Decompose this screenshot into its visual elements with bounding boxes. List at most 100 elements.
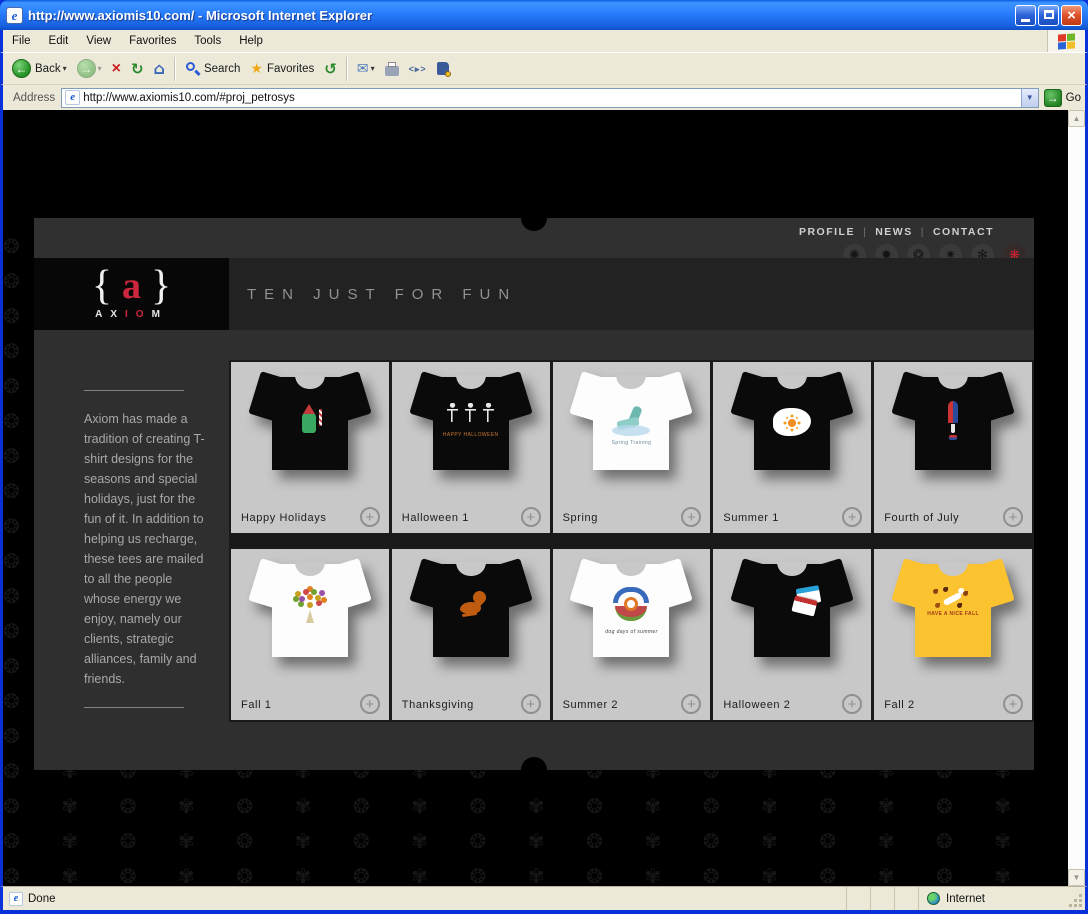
zoom-plus-icon[interactable]: + [681,507,701,527]
nav-link-profile[interactable]: PROFILE [797,226,857,238]
tshirt-tile[interactable]: Spring TrainingSpring+ [553,362,711,533]
zoom-plus-icon[interactable]: + [842,694,862,714]
zoom-plus-icon[interactable]: + [1003,694,1023,714]
history-button[interactable]: ↺ [319,58,342,80]
tshirt-tile[interactable]: Fall 1 + [231,549,389,720]
resize-grip[interactable] [1069,887,1085,910]
tshirt-tile[interactable]: Thanksgiving+ [392,549,550,720]
home-icon: ⌂ [154,61,165,77]
zoom-plus-icon[interactable]: + [842,507,862,527]
top-nav-strip: PROFILE|NEWS|CONTACT ✺✹❂✷✻❋ [34,218,1034,258]
status-pane [847,887,871,910]
menu-edit[interactable]: Edit [40,32,78,50]
search-button[interactable]: Search [180,58,245,79]
tshirt-graphic: Spring Training [570,374,692,482]
intro-text: Axiom has made a tradition of creating T… [84,409,209,689]
window-border [0,910,1088,914]
status-pane [895,887,919,910]
page-title: TEN JUST FOR FUN [229,258,1034,330]
tshirt-tile[interactable]: Halloween 2+ [713,549,871,720]
scroll-down-icon[interactable]: ▼ [1068,869,1085,886]
status-message: e Done [3,887,847,910]
design-turkey [439,585,503,645]
title-bar[interactable]: e http://www.axiomis10.com/ - Microsoft … [0,0,1088,30]
axiom-logo[interactable]: { a } AXIOM [34,258,229,330]
tile-label: Happy Holidays [241,512,326,524]
design-dogmelon: dog days of summer [599,585,663,645]
sidebar-intro: Axiom has made a tradition of creating T… [84,390,209,708]
menu-tools[interactable]: Tools [185,32,230,50]
research-button[interactable] [432,59,454,78]
go-button[interactable]: → Go [1044,89,1081,107]
forward-button[interactable]: → ▾ [72,56,107,81]
design-shape [319,409,323,426]
nav-link-news[interactable]: NEWS [873,226,915,238]
tshirt-tile[interactable]: HAPPY HALLOWEENHalloween 1+ [392,362,550,533]
security-zone: Internet [919,887,1069,910]
zoom-plus-icon[interactable]: + [360,507,380,527]
vertical-scrollbar[interactable]: ▲ ▼ [1068,110,1085,886]
tshirt-graphic: HAPPY HALLOWEEN [410,374,532,482]
zoom-plus-icon[interactable]: + [681,694,701,714]
zoom-plus-icon[interactable]: + [521,694,541,714]
print-button[interactable] [380,59,404,79]
back-button[interactable]: ← Back ▾ [7,56,72,81]
header-band: { a } AXIOM TEN JUST FOR FUN [34,258,1034,330]
stop-button[interactable]: × [107,58,126,80]
design-shape [943,592,963,606]
address-dropdown-icon[interactable]: ▼ [1021,89,1038,107]
search-icon [185,61,200,76]
menu-favorites[interactable]: Favorites [120,32,185,50]
minimize-button[interactable] [1015,5,1036,26]
zoom-plus-icon[interactable]: + [521,507,541,527]
status-bar: e Done Internet [0,886,1088,910]
tshirt-graphic: dog days of summer [570,561,692,669]
maximize-button[interactable] [1038,5,1059,26]
web-page: ❂ ✾ ❂ ✾ ❂ ✾ ❂ ✾ ❂ ✾ ❂ ✾ ❂ ✾ ❂ ✾ ❂ ✾ ❂ ✾ … [3,110,1068,886]
design-chair: Spring Training [599,398,663,458]
divider [84,707,184,708]
go-arrow-icon: → [1044,89,1062,107]
tshirt-tile[interactable]: Happy Holidays + [231,362,389,533]
stop-icon: × [112,61,121,77]
design-shape [612,425,650,436]
nav-separator: | [857,226,873,238]
tshirt-tile[interactable]: HAVE A NICE FALLFall 2+ [874,549,1032,720]
nav-link-contact[interactable]: CONTACT [931,226,996,238]
browser-window: e http://www.axiomis10.com/ - Microsoft … [0,0,1088,914]
edit-button[interactable]: <▸> [404,58,432,80]
zoom-plus-icon[interactable]: + [360,694,380,714]
mail-dropdown-icon[interactable]: ▾ [371,64,375,73]
divider [84,390,184,391]
scroll-up-icon[interactable]: ▲ [1068,110,1085,127]
research-icon [437,62,449,75]
tshirt-tile[interactable]: Summer 1+ [713,362,871,533]
favorites-button[interactable]: ★ Favorites [245,57,319,80]
ie-page-icon: e [65,90,80,105]
address-bar: Address e ▼ → Go [0,84,1088,110]
design-shape [933,589,938,594]
design-shape [302,413,316,433]
zoom-plus-icon[interactable]: + [1003,507,1023,527]
tshirt-graphic [731,374,853,482]
close-button[interactable]: × [1061,5,1082,26]
site-nav: PROFILE|NEWS|CONTACT [797,226,996,238]
menu-help[interactable]: Help [230,32,272,50]
toolbar-separator [346,57,348,81]
nav-separator: | [915,226,931,238]
back-icon: ← [12,59,31,78]
refresh-button[interactable]: ↻ [126,58,149,80]
home-button[interactable]: ⌂ [149,58,170,80]
mail-button[interactable]: ✉ ▾ [352,58,380,80]
page-viewport: ❂ ✾ ❂ ✾ ❂ ✾ ❂ ✾ ❂ ✾ ❂ ✾ ❂ ✾ ❂ ✾ ❂ ✾ ❂ ✾ … [0,110,1088,886]
tile-label: Fall 1 [241,699,272,711]
back-dropdown-icon[interactable]: ▾ [63,64,67,73]
tshirt-tile[interactable]: dog days of summerSummer 2+ [553,549,711,720]
address-input[interactable] [83,92,1020,104]
tshirt-tile[interactable]: Fourth of July + [874,362,1032,533]
menu-file[interactable]: File [3,32,40,50]
address-input-box[interactable]: e ▼ [61,88,1038,108]
menu-view[interactable]: View [77,32,120,50]
status-pane [871,887,895,910]
tile-label: Fourth of July [884,512,959,524]
